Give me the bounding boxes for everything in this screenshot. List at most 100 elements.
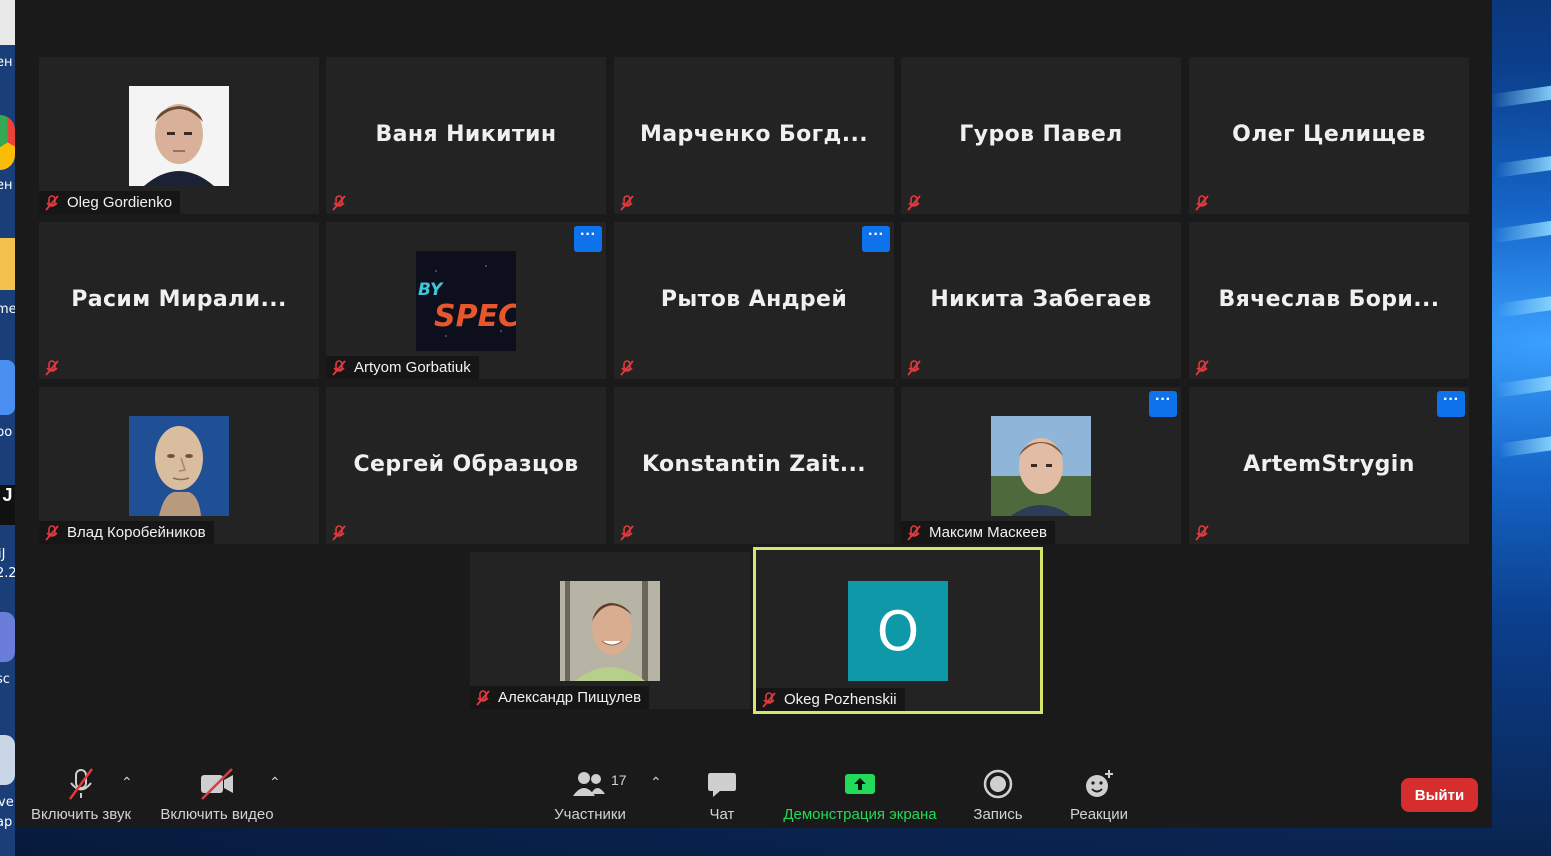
mic-off-icon bbox=[332, 524, 346, 541]
participant-display-name: Гуров Павел bbox=[959, 122, 1123, 147]
mic-off-icon bbox=[907, 359, 921, 376]
participant-display-name: Konstantin Zait... bbox=[641, 452, 867, 477]
file-icon[interactable] bbox=[0, 0, 15, 45]
participant-name-tag: Artyom Gorbatiuk bbox=[326, 356, 479, 379]
reactions-label: Реакции bbox=[1070, 806, 1128, 823]
light-beam bbox=[1497, 296, 1551, 318]
desktop-label: ve bbox=[0, 795, 14, 810]
participant-tile[interactable]: ArtemStrygin ··· bbox=[1189, 387, 1469, 544]
mic-off-icon bbox=[620, 194, 634, 211]
participant-tile[interactable]: Расим Мирали... bbox=[39, 222, 319, 379]
participant-name-tag: Александр Пищулев bbox=[470, 686, 650, 709]
participants-button[interactable]: 17 Участники bbox=[545, 762, 635, 823]
discord-icon[interactable] bbox=[0, 612, 15, 662]
record-label: Запись bbox=[973, 806, 1023, 823]
participant-photo bbox=[560, 581, 660, 681]
more-options-button[interactable]: ··· bbox=[1437, 391, 1465, 417]
mic-off-icon bbox=[45, 524, 59, 541]
chat-button[interactable]: Чат bbox=[692, 762, 752, 823]
mic-off-icon bbox=[907, 524, 921, 541]
participant-tile[interactable]: Александр Пищулев bbox=[470, 552, 750, 709]
chrome-icon[interactable] bbox=[0, 115, 15, 170]
participant-tile[interactable]: Вячеслав Бори... bbox=[1189, 222, 1469, 379]
participant-tile[interactable]: Konstantin Zait... bbox=[614, 387, 894, 544]
participant-tile[interactable]: Ваня Никитин bbox=[326, 57, 606, 214]
share-screen-icon bbox=[845, 774, 875, 794]
mic-off-icon bbox=[45, 359, 59, 376]
folder-icon[interactable] bbox=[0, 238, 15, 290]
participant-name-tag bbox=[1189, 356, 1221, 379]
mic-off-icon bbox=[1195, 194, 1209, 211]
light-beam bbox=[1493, 220, 1551, 244]
participant-display-name: Ваня Никитин bbox=[375, 122, 557, 147]
leave-meeting-button[interactable]: Выйти bbox=[1401, 778, 1478, 812]
more-options-button[interactable]: ··· bbox=[574, 226, 602, 252]
share-screen-button[interactable]: Демонстрация экрана bbox=[775, 762, 945, 823]
reactions-button[interactable]: Реакции bbox=[1062, 762, 1136, 823]
participant-photo bbox=[129, 86, 229, 186]
intellij-icon[interactable]: J bbox=[0, 485, 15, 525]
participant-display-name: Сергей Образцов bbox=[353, 452, 579, 477]
participant-name-tag bbox=[39, 356, 71, 379]
mic-off-icon bbox=[332, 194, 346, 211]
participant-name-tag bbox=[901, 356, 933, 379]
initial-avatar: O bbox=[848, 581, 948, 681]
participant-name-tag: Okeg Pozhenskii bbox=[756, 688, 905, 711]
mic-off-icon bbox=[762, 691, 776, 708]
participant-tile[interactable]: Сергей Образцов bbox=[326, 387, 606, 544]
video-options-caret[interactable]: ⌃ bbox=[269, 774, 281, 791]
participant-tile[interactable]: Олег Целищев bbox=[1189, 57, 1469, 214]
light-beam bbox=[1491, 85, 1551, 109]
participants-options-caret[interactable]: ⌃ bbox=[650, 774, 662, 791]
audio-options-caret[interactable]: ⌃ bbox=[121, 774, 133, 791]
participant-display-name: Олег Целищев bbox=[1232, 122, 1426, 147]
participant-name: Artyom Gorbatiuk bbox=[354, 359, 471, 376]
participant-tile[interactable]: Рытов Андрей ··· bbox=[614, 222, 894, 379]
video-off-icon bbox=[201, 768, 233, 800]
share-screen-label: Демонстрация экрана bbox=[783, 806, 937, 823]
participant-display-name: Марченко Богд... bbox=[639, 122, 869, 147]
byspec-logo-avatar: BY SPEC bbox=[416, 251, 516, 351]
participant-tile[interactable]: Никита Забегаев bbox=[901, 222, 1181, 379]
chat-icon bbox=[708, 773, 736, 797]
unmute-label: Включить звук bbox=[30, 806, 132, 823]
mic-off-icon bbox=[1195, 524, 1209, 541]
app-icon[interactable] bbox=[0, 735, 15, 785]
desktop-label: ро bbox=[0, 425, 13, 440]
participant-display-name: Вячеслав Бори... bbox=[1218, 287, 1440, 312]
participant-tile[interactable]: ··· Максим Маскеев bbox=[901, 387, 1181, 544]
record-button[interactable]: Запись bbox=[963, 762, 1033, 823]
participant-name-tag bbox=[326, 191, 358, 214]
participant-display-name: Расим Мирали... bbox=[71, 287, 287, 312]
chat-label: Чат bbox=[709, 806, 735, 823]
participant-name: Максим Маскеев bbox=[929, 524, 1047, 541]
mic-off-icon bbox=[907, 194, 921, 211]
svg-text:BY: BY bbox=[418, 280, 444, 300]
mic-off-icon bbox=[332, 359, 346, 376]
participant-tile[interactable]: Влад Коробейников bbox=[39, 387, 319, 544]
intellij-letter: J bbox=[2, 485, 13, 505]
participant-name: Okeg Pozhenskii bbox=[784, 691, 897, 708]
more-options-button[interactable]: ··· bbox=[862, 226, 890, 252]
more-options-button[interactable]: ··· bbox=[1149, 391, 1177, 417]
participant-tile[interactable]: Марченко Богд... bbox=[614, 57, 894, 214]
participant-tile-active-speaker[interactable]: O Okeg Pozhenskii bbox=[753, 547, 1043, 714]
participant-name-tag bbox=[614, 521, 646, 544]
desktop-label: me bbox=[0, 302, 15, 317]
participant-tile[interactable]: Oleg Gordienko bbox=[39, 57, 319, 214]
participant-tile[interactable]: Гуров Павел bbox=[901, 57, 1181, 214]
start-video-button[interactable]: Включить видео bbox=[156, 762, 278, 823]
desktop-label: sc bbox=[0, 672, 10, 687]
participant-name-tag bbox=[326, 521, 358, 544]
participants-count: 17 bbox=[611, 772, 627, 788]
participant-name-tag bbox=[614, 356, 646, 379]
participant-name-tag: Максим Маскеев bbox=[901, 521, 1055, 544]
desktop-label: ен bbox=[0, 55, 13, 70]
mic-off-icon bbox=[476, 689, 490, 706]
participant-name-tag bbox=[614, 191, 646, 214]
record-icon bbox=[983, 769, 1013, 799]
participant-tile[interactable]: BY SPEC ··· Artyom Gorbatiuk bbox=[326, 222, 606, 379]
start-video-label: Включить видео bbox=[160, 806, 274, 823]
desktop-label: 2.2 bbox=[0, 566, 15, 581]
app-icon[interactable] bbox=[0, 360, 15, 415]
